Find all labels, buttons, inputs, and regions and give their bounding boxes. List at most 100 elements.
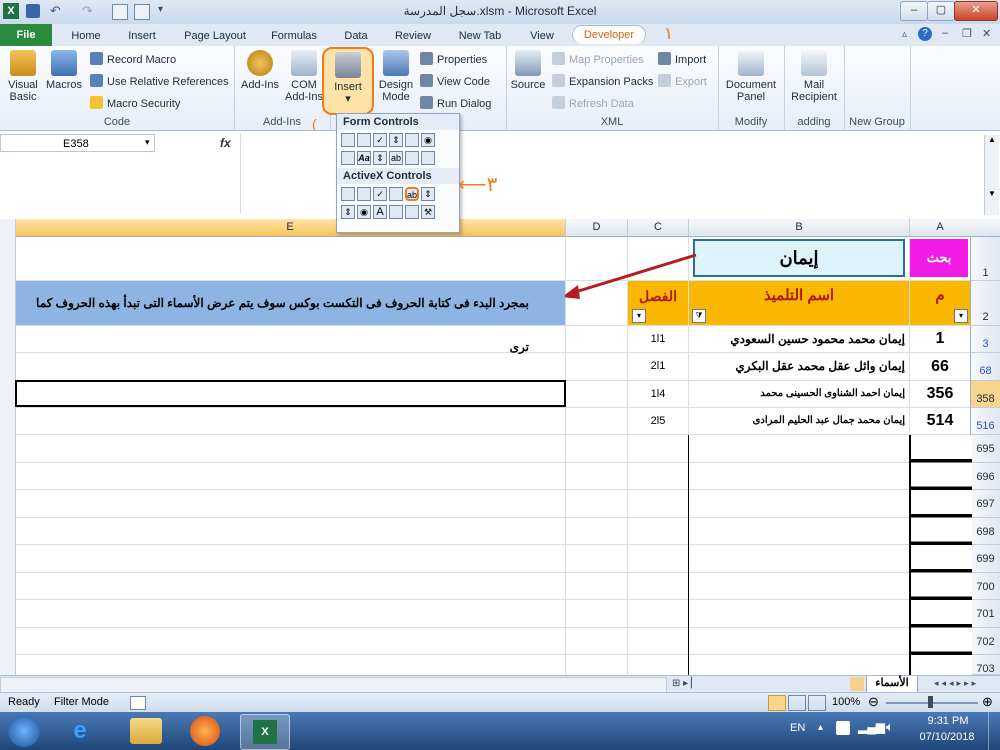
file-explorer-icon[interactable] xyxy=(130,718,162,744)
refresh-data-button[interactable]: Refresh Data xyxy=(552,96,634,110)
sheet-nav-arrows[interactable]: ◂◂◂▸▸▸ xyxy=(934,678,979,689)
close-button[interactable]: ✕ xyxy=(954,1,998,21)
selected-cell-e358[interactable] xyxy=(15,380,566,407)
option-button-control-icon[interactable]: ◉ xyxy=(421,133,435,147)
student-number-cell[interactable]: 66 xyxy=(910,353,970,380)
import-button[interactable]: Import xyxy=(658,52,706,66)
expansion-packs-button[interactable]: Expansion Packs xyxy=(552,74,653,88)
tab-insert[interactable]: Insert xyxy=(118,27,166,45)
macros-button[interactable]: Macros xyxy=(44,50,84,91)
tab-developer[interactable]: Developer xyxy=(572,25,646,44)
column-header-b[interactable]: B xyxy=(689,219,910,237)
row-header[interactable]: 68 xyxy=(970,353,1000,381)
activex-checkbox-icon[interactable]: ✓ xyxy=(373,187,387,201)
list-box-control-icon[interactable] xyxy=(405,133,419,147)
tab-new-tab[interactable]: New Tab xyxy=(450,27,510,45)
workbook-restore-icon[interactable]: ❐ xyxy=(962,27,972,40)
tab-view[interactable]: View xyxy=(520,27,564,45)
show-desktop-button[interactable] xyxy=(988,712,1000,750)
normal-view-icon[interactable] xyxy=(768,695,786,711)
student-name-cell[interactable]: إيمان محمد جمال عبد الحليم المرادى xyxy=(689,408,909,434)
row-header[interactable]: 358 xyxy=(970,381,1000,408)
column-header-a[interactable]: A xyxy=(910,219,971,237)
zoom-out-icon[interactable]: ⊖ xyxy=(868,694,879,710)
maximize-button[interactable]: ▢ xyxy=(927,1,955,21)
action-center-icon[interactable] xyxy=(836,721,850,735)
activex-combo-box-icon[interactable] xyxy=(357,187,371,201)
row-header[interactable]: 697 xyxy=(970,490,1000,518)
class-cell[interactable]: 2l1 xyxy=(628,353,688,380)
name-box[interactable]: E358 xyxy=(0,134,155,152)
row-header[interactable]: 703 xyxy=(970,655,1000,675)
tab-data[interactable]: Data xyxy=(334,27,378,45)
clock-date[interactable]: 07/10/2018 xyxy=(912,731,982,743)
firefox-icon[interactable] xyxy=(190,716,220,746)
filter-dropdown-class-icon[interactable]: ▾ xyxy=(632,309,646,323)
activex-image-icon[interactable] xyxy=(389,205,403,219)
class-cell[interactable]: 1l4 xyxy=(628,381,688,407)
tab-file[interactable]: File xyxy=(0,24,52,46)
macro-recording-icon[interactable] xyxy=(130,696,146,710)
row-header-1[interactable]: 1 xyxy=(970,237,1000,281)
record-macro-button[interactable]: Record Macro xyxy=(90,52,176,66)
tab-split-icon[interactable]: ⊞ ▸ ▏ xyxy=(672,678,699,689)
activex-list-box-icon[interactable] xyxy=(389,187,403,201)
activex-option-button-icon[interactable]: ◉ xyxy=(357,205,371,219)
tab-formulas[interactable]: Formulas xyxy=(264,27,324,45)
vertical-scrollbar[interactable] xyxy=(0,219,16,675)
view-code-button[interactable]: View Code xyxy=(420,74,490,88)
help-icon[interactable]: ? xyxy=(918,27,932,41)
show-hidden-icons[interactable]: ▴ xyxy=(818,722,823,733)
combo-box-control-icon[interactable] xyxy=(357,133,371,147)
button-control-icon[interactable] xyxy=(341,133,355,147)
minimize-ribbon-icon[interactable]: ▵ xyxy=(902,29,907,40)
row-header[interactable]: 696 xyxy=(970,463,1000,490)
row-header[interactable]: 702 xyxy=(970,628,1000,655)
row-header[interactable]: 700 xyxy=(970,573,1000,600)
student-name-cell[interactable]: إيمان محمد محمود حسين السعودي xyxy=(689,326,909,352)
row-header[interactable]: 516 xyxy=(970,408,1000,435)
column-header-d[interactable]: D xyxy=(566,219,628,237)
tab-review[interactable]: Review xyxy=(388,27,438,45)
relative-references-button[interactable]: Use Relative References xyxy=(90,74,229,88)
row-header-2[interactable]: 2 xyxy=(970,281,1000,326)
design-mode-button[interactable]: Design Mode xyxy=(374,50,418,103)
excel-taskbar-button[interactable]: X xyxy=(240,714,290,750)
checkbox-control-icon[interactable]: ✓ xyxy=(373,133,387,147)
student-number-cell[interactable]: 514 xyxy=(910,408,970,434)
activex-toggle-icon[interactable] xyxy=(405,205,419,219)
export-button[interactable]: Export xyxy=(658,74,707,88)
activex-spin-button-icon[interactable]: ⇕ xyxy=(341,205,355,219)
formula-bar-scrollbar[interactable]: ▲ ▼ xyxy=(984,135,999,215)
row-header[interactable]: 699 xyxy=(970,545,1000,573)
insert-worksheet-icon[interactable] xyxy=(850,677,864,691)
worksheet-grid[interactable]: E D C B A 1 2 3 68 358 516 695 696 697 6… xyxy=(0,219,1000,675)
class-cell[interactable]: 1l1 xyxy=(628,326,688,352)
document-panel-button[interactable]: Document Panel xyxy=(722,50,780,103)
filter-dropdown-m-icon[interactable]: ▾ xyxy=(954,309,968,323)
insert-controls-button[interactable]: Insert ▾ xyxy=(322,47,374,115)
language-indicator[interactable]: EN xyxy=(790,722,805,734)
sheet-tab-names[interactable]: الأسماء xyxy=(866,676,918,693)
tab-page-layout[interactable]: Page Layout xyxy=(178,27,252,45)
zoom-in-icon[interactable]: ⊕ xyxy=(982,694,993,710)
column-header-c[interactable]: C xyxy=(628,219,689,237)
zoom-slider-thumb[interactable] xyxy=(928,696,933,708)
group-box-control-icon[interactable] xyxy=(341,151,355,165)
addins-button[interactable]: Add-Ins xyxy=(238,50,282,91)
source-button[interactable]: Source xyxy=(508,50,548,91)
student-number-cell[interactable]: 356 xyxy=(910,381,970,407)
filter-active-icon[interactable]: ⧩ xyxy=(692,309,706,323)
internet-explorer-icon[interactable]: e xyxy=(64,716,96,746)
properties-button[interactable]: Properties xyxy=(420,52,487,66)
text-field-control-icon[interactable]: ab xyxy=(389,151,403,165)
combo-dropdown-edit-control-icon[interactable] xyxy=(421,151,435,165)
name-box-dropdown-icon[interactable]: ▾ xyxy=(145,137,150,148)
clock-time[interactable]: 9:31 PM xyxy=(918,715,978,727)
activex-scroll-bar-icon[interactable]: ⇕ xyxy=(421,187,435,201)
tab-home[interactable]: Home xyxy=(62,27,110,45)
spin-button-control-icon[interactable]: ⇕ xyxy=(389,133,403,147)
activex-label-icon[interactable]: A xyxy=(373,205,387,219)
combo-list-edit-control-icon[interactable] xyxy=(405,151,419,165)
workbook-minimize-icon[interactable]: – xyxy=(942,27,948,39)
